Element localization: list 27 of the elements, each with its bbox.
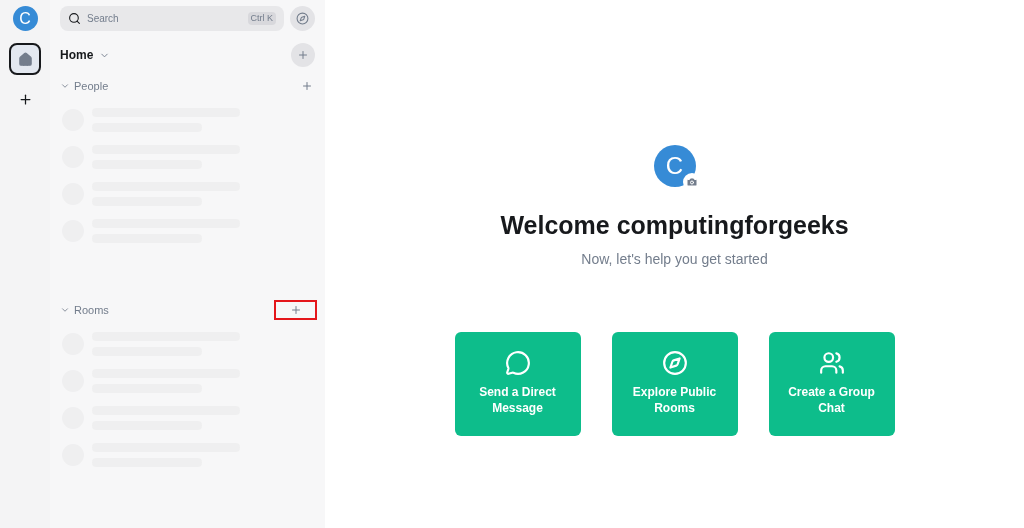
plus-icon [301, 80, 313, 92]
plus-icon [17, 91, 33, 107]
welcome-title: Welcome computingforgeeks [500, 210, 849, 241]
home-button[interactable] [9, 43, 41, 75]
plus-icon [289, 304, 302, 316]
action-card[interactable]: Create a Group Chat [768, 331, 895, 436]
explore-icon [661, 349, 688, 376]
search-icon [68, 12, 81, 25]
message-icon [504, 349, 531, 376]
plus-icon [297, 49, 309, 61]
section-header[interactable]: People [60, 77, 109, 95]
welcome-subtitle: Now, let's help you get started [581, 249, 768, 269]
home-menu[interactable]: Home [60, 46, 111, 64]
chevron-icon [60, 305, 70, 315]
explore-button[interactable] [290, 6, 315, 31]
group-icon [818, 349, 845, 376]
search-field[interactable]: Search Ctrl K [60, 6, 284, 31]
add-button[interactable] [274, 300, 317, 320]
action-card[interactable]: Explore Public Rooms [611, 331, 738, 436]
home-icon [17, 51, 33, 67]
shortcut-hint: Ctrl K [247, 11, 276, 26]
chevron-icon [60, 81, 70, 91]
section-header[interactable]: Rooms [60, 301, 109, 319]
action-card[interactable]: Send a Direct Message [454, 331, 581, 436]
user-avatar[interactable]: C [12, 6, 38, 31]
compass-icon [296, 12, 309, 25]
search-input[interactable]: Search [87, 11, 242, 26]
